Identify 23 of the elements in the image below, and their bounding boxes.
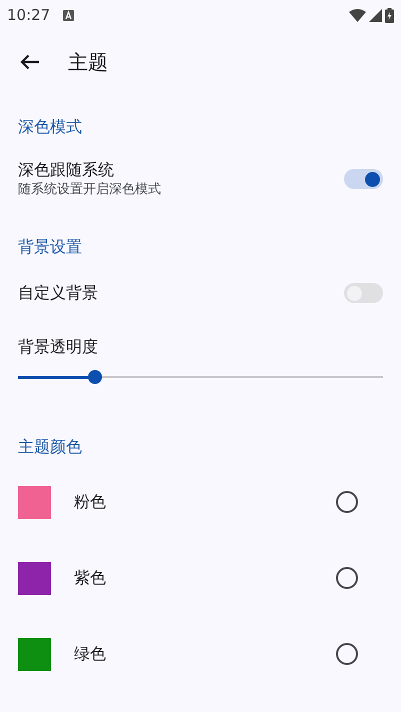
color-label: 粉色 [74, 491, 107, 513]
radio-button[interactable] [336, 491, 358, 513]
color-label: 绿色 [74, 643, 107, 665]
setting-label: 深色跟随系统 [18, 159, 115, 181]
section-header: 深色模式 [17, 116, 83, 138]
setting-label: 背景透明度 [18, 336, 99, 358]
section-header: 主题颜色 [17, 436, 83, 458]
back-arrow-icon [20, 54, 40, 70]
battery-icon [385, 8, 394, 22]
wifi-icon [349, 8, 366, 22]
status-time: 10:27 [7, 4, 50, 26]
page-title: 主题 [68, 49, 108, 76]
radio-button[interactable] [336, 567, 358, 589]
notification-icon [63, 10, 74, 20]
setting-description: 随系统设置开启深色模式 [18, 181, 161, 199]
signal-icon [369, 8, 382, 22]
section-header: 背景设置 [17, 236, 83, 258]
opacity-slider[interactable] [18, 370, 383, 384]
toggle-switch[interactable] [344, 283, 383, 303]
toggle-switch[interactable] [344, 169, 383, 189]
color-label: 紫色 [74, 567, 107, 589]
radio-button[interactable] [336, 643, 358, 665]
setting-label: 自定义背景 [18, 282, 98, 304]
